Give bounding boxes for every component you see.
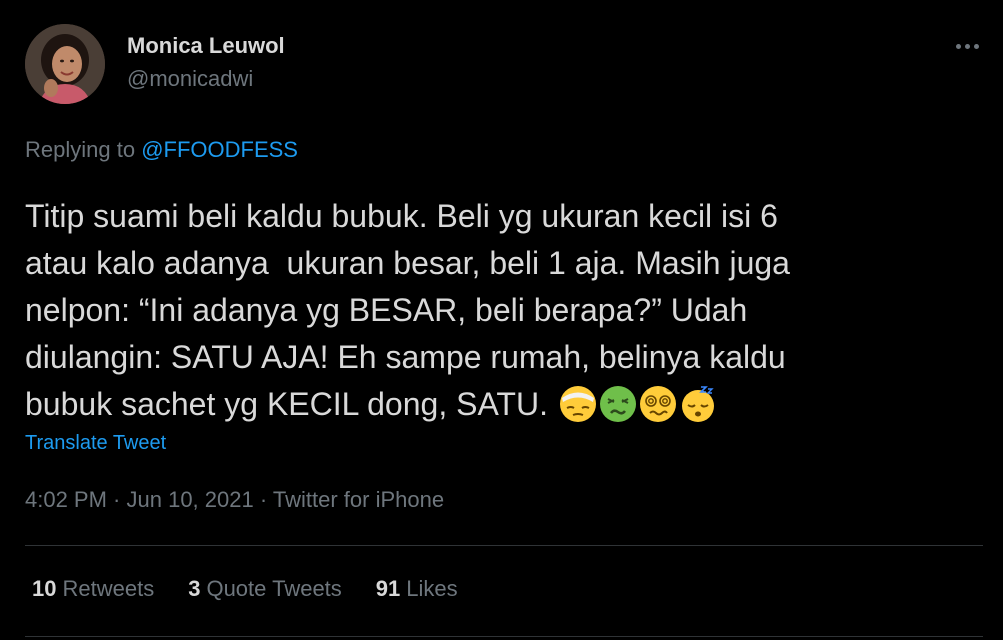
tweet-source[interactable]: Twitter for iPhone bbox=[273, 487, 444, 512]
nauseated-face-icon bbox=[599, 386, 636, 422]
divider bbox=[25, 636, 983, 637]
meta-separator: · bbox=[106, 487, 127, 512]
tweet-meta: 4:02 PM · Jun 10, 2021 · Twitter for iPh… bbox=[25, 487, 444, 513]
replying-to: Replying to @FFOODFESS bbox=[25, 137, 298, 163]
more-options-icon[interactable] bbox=[950, 32, 984, 60]
author-name[interactable]: Monica Leuwol bbox=[127, 33, 285, 59]
face-with-head-bandage-icon bbox=[559, 386, 596, 422]
tweet-date[interactable]: Jun 10, 2021 bbox=[127, 487, 254, 512]
translate-tweet-link[interactable]: Translate Tweet bbox=[25, 432, 166, 455]
likes-stat[interactable]: 91 Likes bbox=[376, 576, 458, 602]
quote-tweets-count: 3 bbox=[188, 576, 201, 601]
author-handle[interactable]: @monicadwi bbox=[127, 66, 253, 92]
quote-tweets-label: Quote Tweets bbox=[206, 576, 342, 601]
avatar-photo-icon bbox=[25, 24, 105, 104]
tweet-line: Titip suami beli kaldu bubuk. Beli yg uk… bbox=[25, 198, 778, 234]
retweets-stat[interactable]: 10 Retweets bbox=[32, 576, 154, 602]
quote-tweets-stat[interactable]: 3 Quote Tweets bbox=[188, 576, 342, 602]
tweet-time[interactable]: 4:02 PM bbox=[25, 487, 107, 512]
avatar[interactable] bbox=[25, 24, 105, 104]
tweet-line: diulangin: SATU AJA! Eh sampe rumah, bel… bbox=[25, 339, 786, 375]
tweet-stats: 10 Retweets 3 Quote Tweets 91 Likes bbox=[32, 576, 458, 602]
tweet-text: Titip suami beli kaldu bubuk. Beli yg uk… bbox=[25, 193, 945, 428]
tweet-detail: Monica Leuwol @monicadwi Replying to @FF… bbox=[0, 0, 1003, 640]
sleeping-face-icon bbox=[681, 386, 714, 422]
dot bbox=[964, 43, 970, 49]
likes-label: Likes bbox=[406, 576, 458, 601]
replying-prefix: Replying to bbox=[25, 137, 142, 162]
divider bbox=[25, 545, 983, 546]
retweets-count: 10 bbox=[32, 576, 57, 601]
face-with-spiral-eyes-icon bbox=[639, 386, 676, 422]
tweet-line: bubuk sachet yg KECIL dong, SATU. bbox=[25, 386, 557, 422]
tweet-last-line: bubuk sachet yg KECIL dong, SATU. bbox=[25, 381, 945, 428]
retweets-label: Retweets bbox=[62, 576, 155, 601]
meta-separator: · bbox=[253, 487, 273, 512]
dot bbox=[973, 43, 979, 49]
likes-count: 91 bbox=[375, 576, 401, 601]
tweet-line: nelpon: “Ini adanya yg BESAR, beli berap… bbox=[25, 292, 748, 328]
dot bbox=[955, 43, 961, 49]
tweet-line: atau kalo adanya ukuran besar, beli 1 aj… bbox=[25, 245, 790, 281]
reply-mention-link[interactable]: @FFOODFESS bbox=[141, 137, 298, 162]
